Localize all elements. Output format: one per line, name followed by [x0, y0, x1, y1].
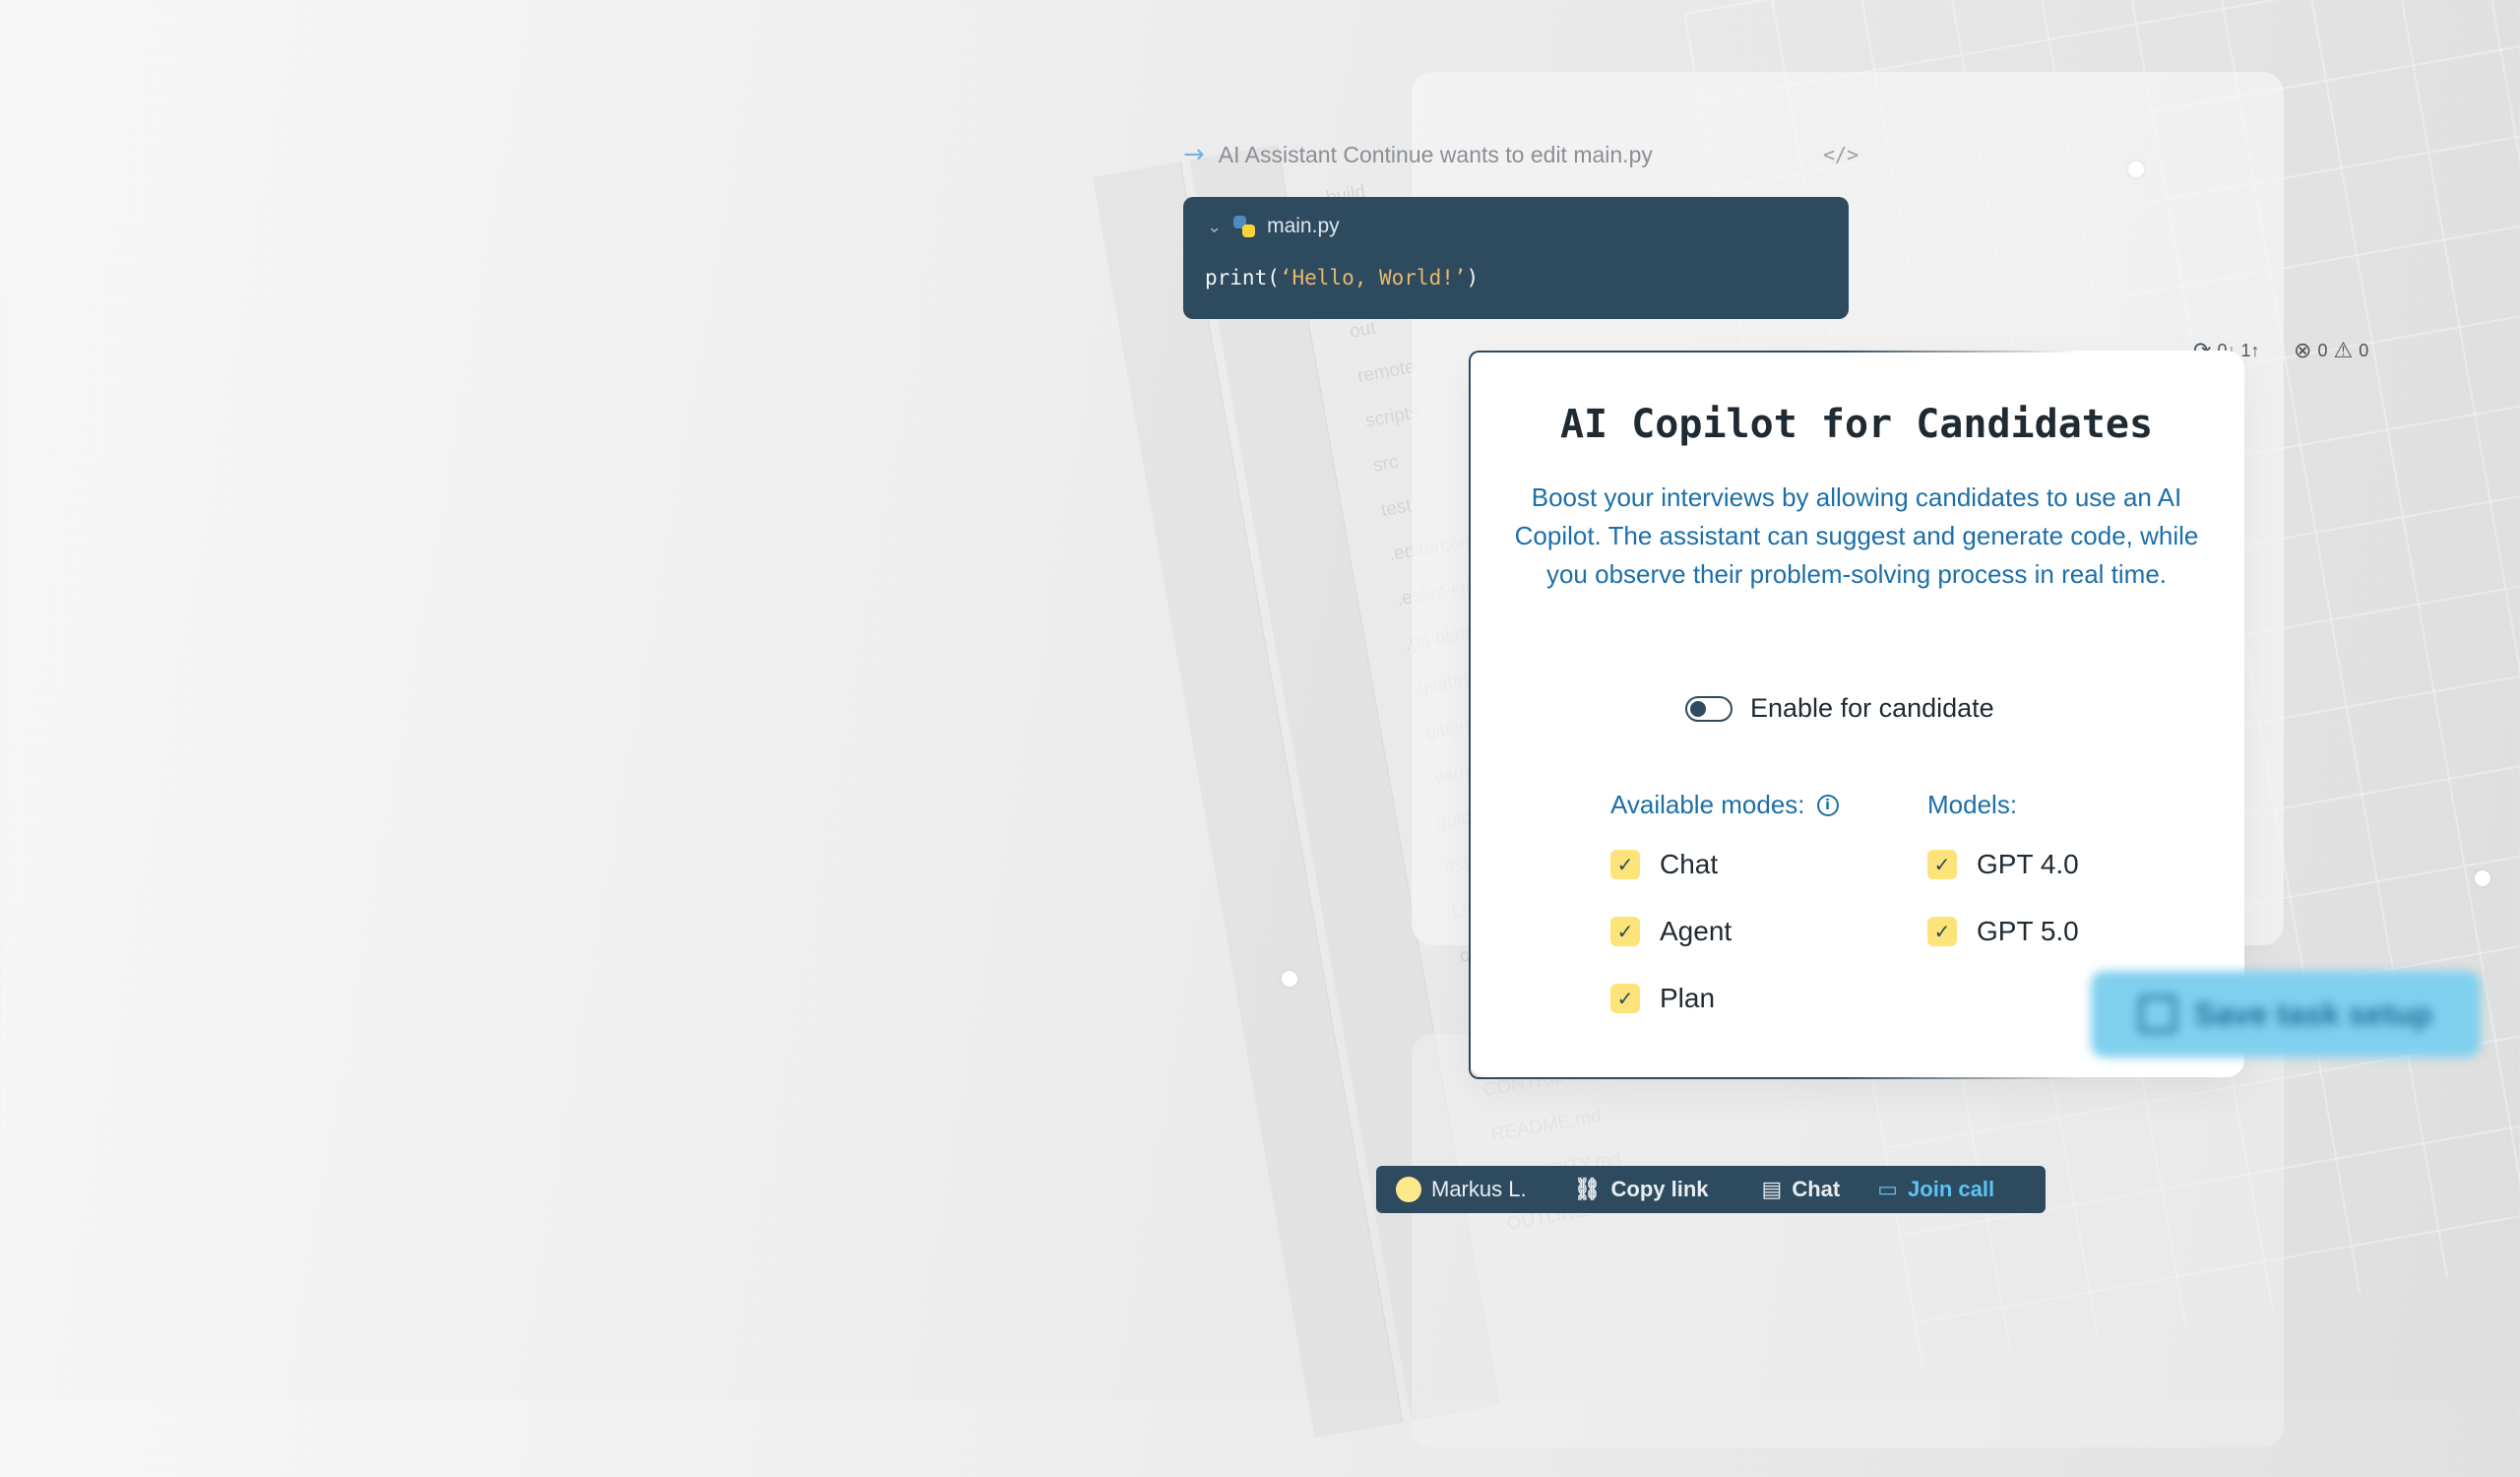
- chevron-down-icon[interactable]: ⌄: [1207, 217, 1222, 237]
- python-icon: [1233, 216, 1256, 237]
- assistant-notice: → AI Assistant Continue wants to edit ma…: [1183, 138, 1858, 171]
- checkmark-icon[interactable]: ✓: [1610, 850, 1640, 879]
- models-heading: Models:: [1927, 790, 2017, 820]
- card-description: Boost your interviews by allowing candid…: [1514, 482, 2199, 589]
- ghost-panel-lower: [1412, 1034, 2284, 1447]
- mode-plan-checkbox[interactable]: ✓ Plan: [1610, 983, 1715, 1014]
- models-heading-text: Models:: [1927, 790, 2018, 819]
- checkmark-icon[interactable]: ✓: [1927, 917, 1957, 946]
- warning-count: 0: [2359, 341, 2369, 360]
- save-button-label: Save task setup: [2194, 995, 2432, 1032]
- code-preview: ⌄ main.py print(‘Hello, World!’): [1183, 197, 1849, 319]
- info-icon[interactable]: i: [1816, 794, 1839, 816]
- file-row[interactable]: ⌄ main.py: [1207, 215, 1340, 238]
- mode-label: Plan: [1660, 983, 1716, 1013]
- code-fn: print(: [1205, 266, 1280, 289]
- enable-toggle-row[interactable]: Enable for candidate: [1685, 693, 1994, 724]
- avatar: [1396, 1177, 1421, 1202]
- modes-heading: Available modes: i: [1610, 790, 1839, 820]
- save-icon: [2139, 995, 2177, 1033]
- model-gpt4-checkbox[interactable]: ✓ GPT 4.0: [1927, 849, 2079, 880]
- decor-dot: [2128, 161, 2144, 177]
- code-icon[interactable]: </>: [1823, 143, 1858, 166]
- mode-label: Agent: [1660, 916, 1732, 946]
- save-task-setup-button[interactable]: Save task setup: [2091, 971, 2481, 1058]
- decor-dot: [2475, 870, 2490, 886]
- assistant-message: AI Assistant Continue wants to edit main…: [1218, 141, 1653, 167]
- join-call-label: Join call: [1908, 1177, 1995, 1201]
- mode-label: Chat: [1660, 849, 1719, 879]
- checkmark-icon[interactable]: ✓: [1927, 850, 1957, 879]
- mode-chat-checkbox[interactable]: ✓ Chat: [1610, 849, 1718, 880]
- model-label: GPT 5.0: [1977, 916, 2079, 946]
- code-end: ): [1466, 266, 1480, 289]
- code-string: ‘Hello, World!’: [1279, 266, 1467, 289]
- checkmark-icon[interactable]: ✓: [1610, 917, 1640, 946]
- chat-icon: ▤: [1761, 1177, 1783, 1202]
- checkmark-icon[interactable]: ✓: [1610, 984, 1640, 1013]
- error-icon: ⊗: [2294, 339, 2312, 363]
- modes-heading-text: Available modes:: [1610, 790, 1805, 819]
- problems-status[interactable]: ⊗ 0 ⚠ 0: [2294, 339, 2368, 363]
- error-count: 0: [2317, 341, 2328, 360]
- link-icon: ⛓: [1573, 1177, 1602, 1202]
- chat-button[interactable]: ▤ Chat: [1762, 1177, 1841, 1202]
- arrow-right-icon: →: [1183, 140, 1205, 169]
- copilot-settings-card: AI Copilot for Candidates Boost your int…: [1469, 351, 2244, 1079]
- toggle-knob: [1690, 700, 1706, 717]
- join-call-button[interactable]: ▭ Join call: [1877, 1177, 1994, 1202]
- participant: Markus L.: [1396, 1177, 1527, 1202]
- enable-toggle[interactable]: [1685, 695, 1732, 722]
- participant-name: Markus L.: [1431, 1177, 1527, 1201]
- copy-link-label: Copy link: [1610, 1177, 1709, 1201]
- model-label: GPT 4.0: [1977, 849, 2079, 879]
- call-toolbar: Markus L. ⛓ Copy link ▤ Chat ▭ Join call: [1376, 1166, 2046, 1213]
- mode-agent-checkbox[interactable]: ✓ Agent: [1610, 916, 1732, 947]
- video-icon: ▭: [1877, 1177, 1899, 1202]
- code-line: print(‘Hello, World!’): [1205, 266, 1479, 289]
- file-name: main.py: [1267, 215, 1340, 237]
- copy-link-button[interactable]: ⛓ Copy link: [1574, 1177, 1709, 1202]
- card-title: AI Copilot for Candidates: [1559, 402, 2154, 447]
- chat-label: Chat: [1792, 1177, 1841, 1201]
- warning-icon: ⚠: [2333, 339, 2354, 363]
- toggle-label: Enable for candidate: [1750, 693, 1994, 723]
- model-gpt5-checkbox[interactable]: ✓ GPT 5.0: [1927, 916, 2079, 947]
- decor-dot: [1282, 971, 1297, 987]
